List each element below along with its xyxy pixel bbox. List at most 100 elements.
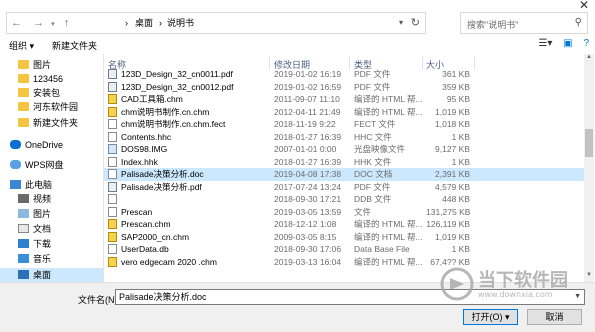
video-icon — [18, 194, 29, 203]
sidebar-item-123456[interactable]: 123456 — [18, 72, 63, 86]
preview-pane-icon[interactable]: ▣ — [563, 38, 572, 49]
file-size: 95 KB — [446, 94, 470, 104]
file-name-text: DOS98.IMG — [121, 144, 168, 154]
table-row[interactable]: DOS98.IMG 2007-01-01 0:00 光盘映像文件 9,127 KB — [104, 143, 584, 156]
sidebar-item-pictures-2[interactable]: 图片 — [18, 207, 51, 221]
chevron-down-icon[interactable]: ▾ — [51, 21, 55, 28]
sidebar-item-new-folder[interactable]: 新建文件夹 — [18, 116, 78, 130]
scroll-up-icon[interactable]: ▲ — [584, 54, 594, 64]
sidebar-item-this-pc[interactable]: 此电脑 — [10, 178, 52, 192]
file-type: 编译的 HTML 帮... — [354, 106, 423, 117]
new-folder-button[interactable]: 新建文件夹 — [52, 39, 97, 52]
help-icon[interactable]: ? — [583, 38, 589, 49]
file-name-text: Contents.hhc — [121, 131, 172, 142]
file-date: 2019-01-02 16:19 — [274, 69, 342, 79]
back-icon[interactable]: ← — [11, 17, 22, 29]
document-icon — [18, 224, 29, 233]
search-icon[interactable]: ⚲ — [575, 17, 582, 28]
refresh-icon[interactable]: ↻ — [411, 13, 420, 33]
file-list: 名称 修改日期 类型 大小 123D_Design_32_cn0011.pdf 2… — [104, 54, 584, 282]
table-row[interactable]: Prescan 2019-03-05 13:59 文件 131,275 KB — [104, 206, 584, 219]
cloud-icon — [10, 160, 21, 169]
file-size: 359 KB — [442, 81, 470, 92]
sidebar-item-label: 河东软件园 — [33, 102, 79, 112]
sidebar-item-label: 图片 — [33, 60, 52, 70]
file-date: 2018-01-27 16:39 — [274, 156, 342, 167]
file-size: 1 KB — [451, 244, 470, 254]
table-row[interactable]: 2018-09-30 17:21 DDB 文件 448 KB — [104, 193, 584, 206]
filename-label: 文件名(N): — [78, 295, 120, 305]
doc-file-icon — [108, 194, 117, 204]
file-date: 2007-01-01 0:00 — [274, 144, 337, 154]
scroll-thumb[interactable] — [585, 129, 593, 157]
chevron-down-icon[interactable]: ▾ — [399, 13, 403, 33]
sidebar-item-label: OneDrive — [25, 140, 64, 150]
table-row[interactable]: 123D_Design_32_cn0011.pdf 2019-01-02 16:1… — [104, 68, 584, 81]
file-date: 2009-03-05 8:15 — [274, 231, 337, 242]
chm-file-icon — [108, 219, 117, 229]
table-row[interactable]: 123D_Design_32_cn0012.pdf 2019-01-02 16:5… — [104, 81, 584, 94]
file-name: chm说明书制作.cn.chm — [108, 106, 268, 119]
up-icon[interactable]: ↑ — [64, 17, 70, 29]
table-row[interactable]: UserData.db 2018-09-30 17:06 Data Base Fil… — [104, 243, 584, 256]
sidebar-item-hedong[interactable]: 河东软件园 — [18, 100, 78, 114]
open-button[interactable]: 打开(O) ▾ — [463, 309, 518, 325]
table-row[interactable]: vero edgecam 2020 .chm 2019-03-13 16:04 编译… — [104, 256, 584, 269]
file-name-text: SAP2000_cn.chm — [121, 231, 190, 242]
table-row[interactable]: CAD工具箱.chm 2011-09-07 11:10 编译的 HTML 帮... 9… — [104, 93, 584, 106]
sidebar-item-music[interactable]: 音乐 — [18, 252, 51, 266]
file-size: 4,579 KB — [435, 181, 470, 192]
search-box[interactable]: 搜索"说明书" ⚲ — [460, 12, 588, 34]
forward-icon[interactable]: → — [33, 17, 44, 29]
sidebar-item-install[interactable]: 安装包 — [18, 86, 60, 100]
download-icon — [18, 239, 29, 248]
file-type: 编译的 HTML 帮... — [354, 94, 423, 104]
sidebar-item-videos[interactable]: 视频 — [18, 192, 51, 206]
close-icon[interactable]: ✕ — [579, 0, 589, 12]
view-menu-icon[interactable]: ☰▾ — [538, 38, 552, 49]
organize-button[interactable]: 组织 ▾ — [9, 39, 34, 52]
file-name-text: Index.hhk — [121, 156, 158, 167]
vertical-scrollbar[interactable]: ▲ ▼ — [584, 54, 594, 282]
file-name-text: chm说明书制作.cn.chm — [121, 106, 210, 117]
breadcrumb-manual[interactable]: 说明书 — [167, 13, 194, 33]
sidebar-item-downloads[interactable]: 下载 — [18, 237, 51, 251]
table-row[interactable]: Palisade决策分析.pdf 2017-07-24 13:24 PDF 文件 4,… — [104, 181, 584, 194]
sidebar-item-label: WPS网盘 — [25, 160, 64, 170]
table-row[interactable]: Index.hhk 2018-01-27 16:39 HHK 文件 1 KB — [104, 156, 584, 169]
sidebar-item-wps[interactable]: WPS网盘 — [10, 158, 64, 172]
sidebar-item-pictures[interactable]: 图片 — [18, 58, 51, 72]
cancel-button[interactable]: 取消 — [527, 309, 582, 325]
table-row[interactable]: SAP2000_cn.chm 2009-03-05 8:15 编译的 HTML 帮.… — [104, 231, 584, 244]
file-name: Index.hhk — [108, 156, 268, 169]
search-placeholder: 搜索"说明书" — [467, 20, 519, 30]
file-type: PDF 文件 — [354, 81, 391, 92]
filename-input[interactable]: Palisade决策分析.doc — [115, 289, 585, 305]
file-size: 361 KB — [442, 69, 470, 79]
sidebar-item-documents[interactable]: 文档 — [18, 222, 51, 236]
pdf-file-icon — [108, 181, 117, 192]
toolbar: 组织 ▾ 新建文件夹 ☰▾ ▣ ? — [0, 36, 595, 54]
chm-file-icon — [108, 256, 117, 267]
folder-icon — [18, 74, 29, 83]
table-row[interactable]: Palisade决策分析.doc 2019-04-08 17:38 DOC 文档 2,… — [104, 168, 584, 181]
table-row[interactable]: Prescan.chm 2018-12-12 1:08 编译的 HTML 帮... 1… — [104, 218, 584, 231]
pdf-file-icon — [108, 81, 117, 92]
scroll-down-icon[interactable]: ▼ — [584, 272, 594, 282]
sidebar-item-desktop[interactable]: 桌面 — [0, 268, 103, 282]
file-date: 2019-01-02 16:59 — [274, 81, 342, 92]
sidebar-item-onedrive[interactable]: OneDrive — [10, 138, 63, 152]
breadcrumb-desktop[interactable]: 桌面 — [135, 13, 153, 33]
file-type: HHC 文件 — [354, 131, 392, 142]
table-row[interactable]: chm说明书制作.cn.chm 2012-04-11 21:49 编译的 HTML … — [104, 106, 584, 119]
sidebar-item-label: 此电脑 — [25, 180, 53, 190]
file-name: Prescan.chm — [108, 218, 268, 231]
cloud-icon — [10, 140, 21, 149]
chevron-down-icon[interactable]: ▼ — [574, 293, 581, 300]
table-row[interactable]: Contents.hhc 2018-01-27 16:39 HHC 文件 1 KB — [104, 131, 584, 144]
file-type: DDB 文件 — [354, 194, 392, 204]
table-row[interactable]: chm说明书制作.cn.chm.fect 2018-11-19 9:22 FECT … — [104, 118, 584, 131]
file-size: 67,4?? KB — [430, 256, 470, 267]
file-type: 编译的 HTML 帮... — [354, 231, 423, 242]
address-bar[interactable]: ← → ▾ ↑ › 桌面 › 说明书 ▾ ↻ — [6, 12, 426, 34]
